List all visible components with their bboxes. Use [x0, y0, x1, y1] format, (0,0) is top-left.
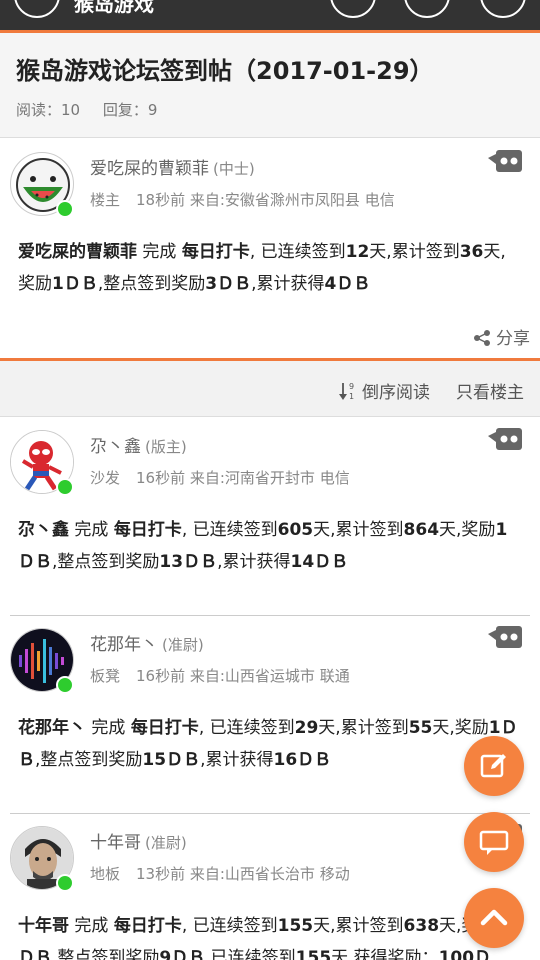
username[interactable]: 尕丶鑫 (版主) [90, 432, 187, 457]
reply-count: 回复：9 [102, 101, 158, 119]
username[interactable]: 花那年丶 (准尉) [90, 630, 204, 655]
reply-bubble-icon[interactable] [488, 626, 522, 648]
sort-desc-icon: 9 1 [338, 382, 354, 401]
svg-text:1: 1 [349, 392, 354, 401]
back-button[interactable] [14, 0, 60, 18]
comment-button[interactable] [464, 812, 524, 872]
online-status-dot [56, 200, 74, 218]
scroll-top-button[interactable] [464, 888, 524, 948]
user-rank: (版主) [145, 438, 187, 456]
post-meta: 楼主 18秒前 来自:安徽省滁州市凤阳县 电信 [90, 189, 395, 210]
online-status-dot [56, 874, 74, 892]
reply-bubble-icon[interactable] [488, 428, 522, 450]
post-time-location: 16秒前 来自:山西省运城市 联通 [136, 667, 350, 685]
sort-bar: 9 1 倒序阅读 只看楼主 [0, 361, 540, 417]
top-nav-bar: 猴岛游戏 [0, 0, 540, 30]
user-rank: (中士) [213, 160, 255, 178]
post-floor-2: 尕丶鑫 (版主) 沙发 16秒前 来自:河南省开封市 电信 尕丶鑫 完成 每日打卡,… [10, 418, 530, 616]
floor-label: 地板 [90, 865, 121, 883]
share-icon [473, 330, 490, 346]
post-meta: 板凳 16秒前 来自:山西省运城市 联通 [90, 665, 350, 686]
username[interactable]: 十年哥 (准尉) [90, 828, 187, 853]
post-floor-4: 十年哥 (准尉) 地板 13秒前 来自:山西省长治市 移动 十年哥 完成 每日打卡,… [10, 814, 530, 960]
read-count: 阅读：10 [16, 101, 81, 119]
post-content: 十年哥 完成 每日打卡, 已连续签到155天,累计签到638天,奖励1ＤＢ,整点… [18, 916, 507, 960]
comment-icon [479, 830, 509, 855]
post-meta: 地板 13秒前 来自:山西省长治市 移动 [90, 863, 350, 884]
post-content: 花那年丶 完成 每日打卡, 已连续签到29天,累计签到55天,奖励1ＤＢ,整点签… [18, 718, 518, 770]
thread-stats: 阅读：10 回复：9 [16, 99, 175, 120]
post-floor-1: 爱吃屎的曹颖菲 (中士) 楼主 18秒前 来自:安徽省滁州市凤阳县 电信 爱吃屎的曹… [10, 140, 530, 360]
more-button[interactable] [480, 0, 526, 18]
online-status-dot [56, 478, 74, 496]
write-post-button[interactable] [464, 736, 524, 796]
chevron-up-icon [480, 909, 508, 926]
copy-button[interactable] [330, 0, 376, 18]
post-time-location: 18秒前 来自:安徽省滁州市凤阳县 电信 [136, 191, 395, 209]
floor-label: 板凳 [90, 667, 121, 685]
user-rank: (准尉) [162, 636, 204, 654]
only-owner-button[interactable]: 只看楼主 [456, 378, 524, 403]
online-status-dot [56, 676, 74, 694]
sort-desc-button[interactable]: 9 1 倒序阅读 [338, 378, 430, 403]
post-time-location: 13秒前 来自:山西省长治市 移动 [136, 865, 350, 883]
post-content: 爱吃屎的曹颖菲 完成 每日打卡, 已连续签到12天,累计签到36天,奖励1ＤＢ,… [18, 242, 506, 294]
floor-label: 沙发 [90, 469, 121, 487]
post-floor-3: 花那年丶 (准尉) 板凳 16秒前 来自:山西省运城市 联通 花那年丶 完成 每日打… [10, 616, 530, 814]
post-content: 尕丶鑫 完成 每日打卡, 已连续签到605天,累计签到864天,奖励1ＤＢ,整点… [18, 520, 508, 572]
post-time-location: 16秒前 来自:河南省开封市 电信 [136, 469, 350, 487]
floor-label: 楼主 [90, 191, 121, 209]
user-rank: (准尉) [145, 834, 187, 852]
share-button[interactable]: 分享 [473, 324, 530, 349]
post-meta: 沙发 16秒前 来自:河南省开封市 电信 [90, 467, 350, 488]
svg-text:9: 9 [349, 382, 354, 391]
edit-icon [480, 754, 506, 778]
thread-header: 猴岛游戏论坛签到帖（2017-01-29） 阅读：10 回复：9 [0, 33, 540, 138]
top-nav-title: 猴岛游戏 [74, 0, 154, 16]
page-title: 猴岛游戏论坛签到帖（2017-01-29） [16, 57, 434, 85]
username[interactable]: 爱吃屎的曹颖菲 (中士) [90, 154, 255, 179]
search-button[interactable] [404, 0, 450, 18]
reply-bubble-icon[interactable] [488, 150, 522, 172]
